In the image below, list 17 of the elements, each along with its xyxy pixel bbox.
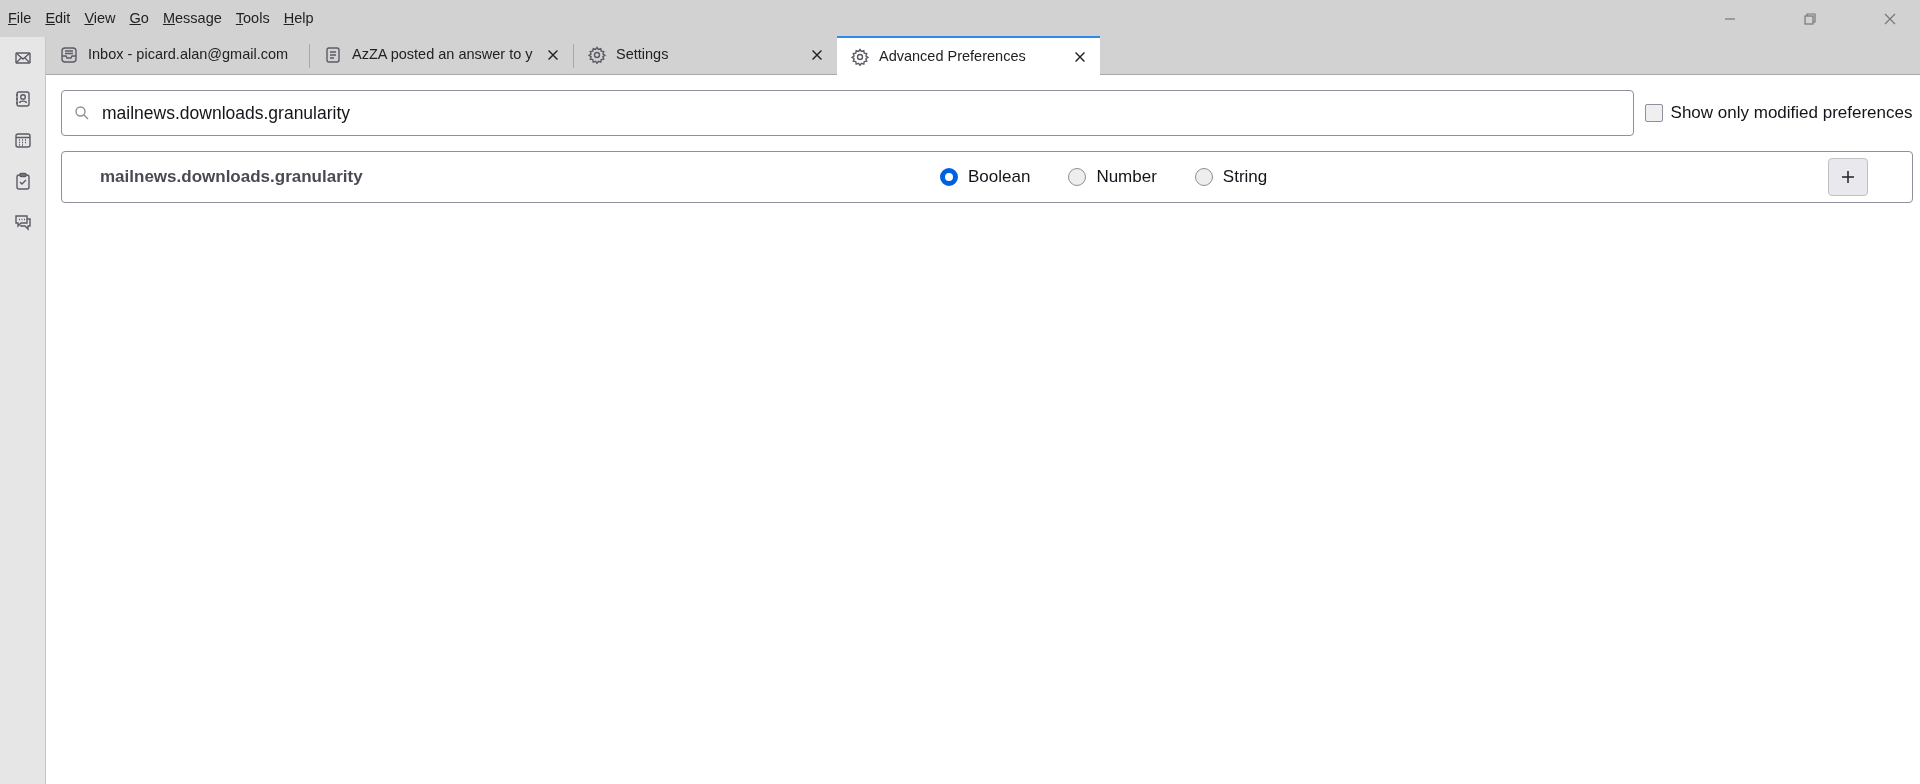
radio-label: Boolean xyxy=(968,166,1031,189)
menu-item[interactable]: Message xyxy=(154,7,228,30)
checkbox-label: Show only modified preferences xyxy=(1670,102,1913,125)
menu-item[interactable]: Go xyxy=(121,7,155,30)
tab[interactable]: Inbox - picard.alan@gmail.com xyxy=(46,36,309,74)
menu-item[interactable]: Help xyxy=(275,7,320,30)
menu-item[interactable]: View xyxy=(76,7,122,30)
menu-item[interactable]: File xyxy=(0,7,38,30)
menu-item[interactable]: Tools xyxy=(227,7,276,30)
tab[interactable]: AzZA posted an answer to y xyxy=(310,36,573,74)
menu-item[interactable]: Edit xyxy=(37,7,77,30)
radio-label: Number xyxy=(1096,166,1157,189)
preference-name: mailnews.downloads.granularity xyxy=(100,166,364,189)
radio-label: String xyxy=(1222,166,1268,189)
tab[interactable]: Settings xyxy=(574,36,837,74)
tab[interactable]: Advanced Preferences xyxy=(837,36,1100,75)
search-field[interactable]: mailnews.downloads.granularity xyxy=(61,90,1634,136)
